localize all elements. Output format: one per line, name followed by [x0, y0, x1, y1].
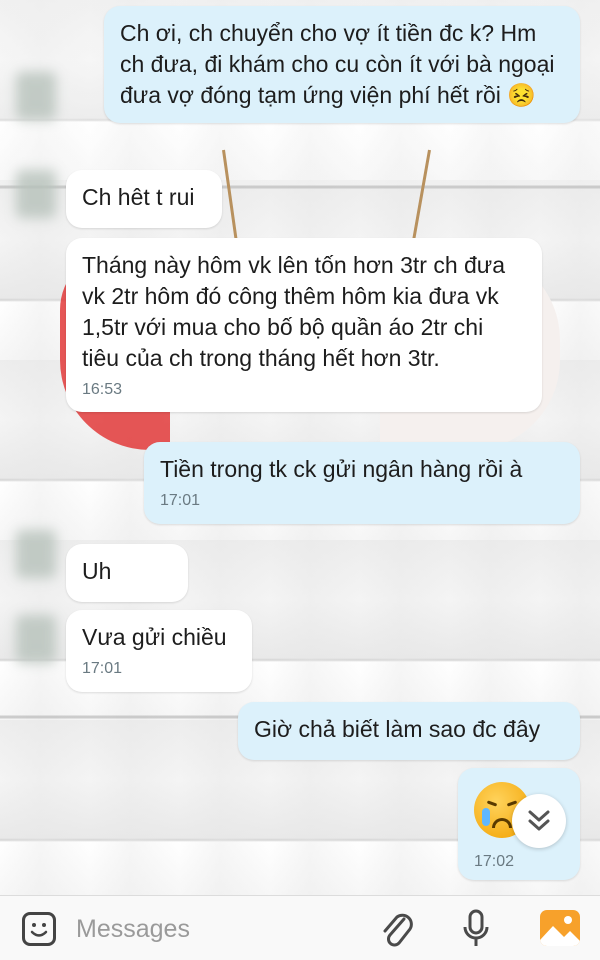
message-text: Ch ơi, ch chuyển cho vợ ít tiền đc k? Hm… — [120, 20, 555, 108]
microphone-button[interactable] — [456, 908, 496, 950]
message-outgoing[interactable]: Ch ơi, ch chuyển cho vợ ít tiền đc k? Hm… — [104, 6, 580, 123]
message-input-bar — [0, 895, 600, 960]
message-incoming[interactable]: Tháng này hôm vk lên tốn hơn 3tr ch đưa … — [66, 238, 542, 412]
contact-avatar[interactable] — [16, 72, 56, 120]
message-incoming[interactable]: Uh — [66, 544, 188, 602]
message-outgoing[interactable]: Giờ chả biết làm sao đc đây — [238, 702, 580, 760]
scroll-to-bottom-button[interactable] — [512, 794, 566, 848]
message-text: Ch hêt t rui — [82, 184, 195, 210]
message-text: Uh — [82, 558, 112, 584]
message-incoming[interactable]: Ch hêt t rui — [66, 170, 222, 228]
message-timestamp: 16:53 — [82, 381, 123, 398]
message-timestamp: 17:02 — [474, 853, 515, 870]
gallery-button[interactable] — [540, 910, 580, 946]
message-input[interactable] — [76, 910, 356, 948]
message-text: Tiền trong tk ck gửi ngân hàng rồi à — [160, 456, 523, 482]
contact-avatar[interactable] — [16, 530, 56, 578]
message-text: Giờ chả biết làm sao đc đây — [254, 716, 541, 742]
message-timestamp: 17:01 — [82, 660, 123, 677]
message-outgoing[interactable]: Tiền trong tk ck gửi ngân hàng rồi à 17:… — [144, 442, 580, 524]
message-text: Vưa gửi chiều — [82, 624, 227, 650]
message-timestamp: 17:01 — [160, 492, 201, 509]
microphone-icon — [463, 909, 489, 946]
contact-avatar[interactable] — [16, 615, 56, 663]
sticker-icon — [30, 923, 48, 937]
attach-button[interactable] — [378, 908, 418, 950]
message-text: Tháng này hôm vk lên tốn hơn 3tr ch đưa … — [82, 252, 505, 371]
message-incoming[interactable]: Vưa gửi chiều 17:01 — [66, 610, 252, 692]
contact-avatar[interactable] — [16, 170, 56, 218]
sticker-button[interactable] — [22, 912, 56, 946]
gallery-icon — [540, 916, 580, 946]
paperclip-icon — [383, 913, 413, 947]
chevron-double-down-icon — [528, 810, 550, 831]
